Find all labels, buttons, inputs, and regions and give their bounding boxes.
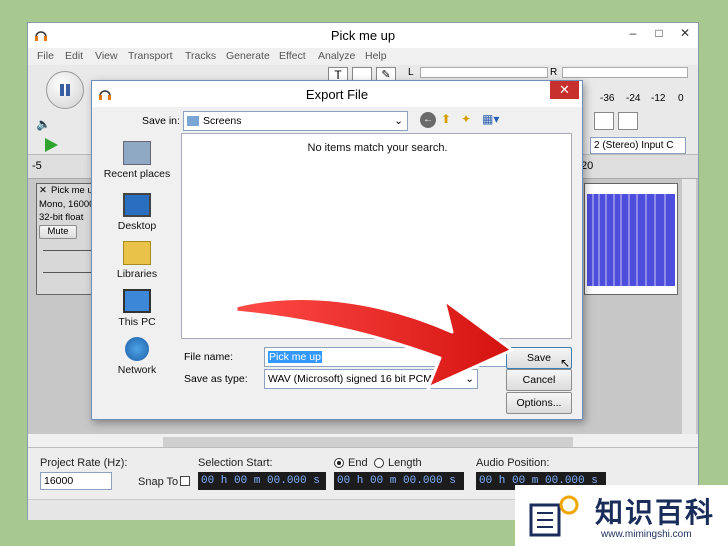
- pan-slider[interactable]: [43, 272, 93, 273]
- speaker-icon: 🔈: [36, 117, 51, 131]
- menu-analyze[interactable]: Analyze: [318, 50, 355, 62]
- file-list[interactable]: No items match your search.: [181, 133, 572, 339]
- place-this-pc[interactable]: This PC: [97, 289, 177, 328]
- up-folder-icon[interactable]: ⬆: [441, 112, 457, 128]
- cancel-button[interactable]: Cancel: [506, 369, 572, 391]
- view-menu-icon[interactable]: ▦▾: [482, 112, 504, 128]
- folder-icon: [187, 116, 199, 127]
- dialog-close-button[interactable]: ✕: [550, 81, 579, 99]
- place-desktop[interactable]: Desktop: [97, 193, 177, 232]
- meter-tick: 0: [678, 93, 684, 104]
- menu-view[interactable]: View: [95, 50, 118, 62]
- project-rate-label: Project Rate (Hz):: [40, 457, 128, 469]
- maximize-button[interactable]: □: [646, 24, 672, 42]
- menu-effect[interactable]: Effect: [279, 50, 306, 62]
- menu-help[interactable]: Help: [365, 50, 387, 62]
- ruler-left-label: -5: [32, 160, 42, 172]
- back-icon[interactable]: ←: [420, 112, 436, 128]
- save-type-select[interactable]: WAV (Microsoft) signed 16 bit PCM ⌄: [264, 369, 478, 389]
- menu-edit[interactable]: Edit: [65, 50, 83, 62]
- save-in-select[interactable]: Screens ⌄: [183, 111, 408, 131]
- watermark-url: www.mimingshi.com: [601, 529, 692, 540]
- play-at-speed-button[interactable]: [42, 137, 62, 153]
- place-label: Recent places: [103, 168, 171, 180]
- options-button[interactable]: Options...: [506, 392, 572, 414]
- menu-tracks[interactable]: Tracks: [185, 50, 216, 62]
- end-radio[interactable]: [334, 458, 344, 468]
- recording-meter[interactable]: [562, 67, 688, 78]
- track-bitdepth: 32-bit float: [39, 212, 84, 223]
- recent-places-icon: [123, 141, 151, 165]
- input-channels-select[interactable]: 2 (Stereo) Input C: [590, 137, 686, 154]
- meter-r-label: R: [550, 67, 558, 78]
- export-file-dialog: Export File ✕ Save in: Screens ⌄ ← ⬆ ✦ ▦…: [91, 80, 583, 420]
- save-type-label: Save as type:: [184, 373, 248, 385]
- meter-tick: -24: [626, 93, 641, 104]
- pause-button[interactable]: [46, 71, 84, 109]
- waveform[interactable]: [584, 183, 678, 295]
- vertical-scrollbar[interactable]: [682, 179, 696, 434]
- menu-generate[interactable]: Generate: [226, 50, 270, 62]
- mute-button[interactable]: Mute: [39, 225, 77, 239]
- watermark-logo: 知识百科 www.mimingshi.com: [515, 485, 728, 546]
- meter-tick: -36: [600, 93, 615, 104]
- menu-bar: File Edit View Transport Tracks Generate…: [28, 48, 698, 65]
- desktop-icon: [123, 193, 151, 217]
- length-label: Length: [388, 457, 422, 469]
- menu-file[interactable]: File: [37, 50, 54, 62]
- track-format: Mono, 16000: [39, 199, 95, 210]
- pause-icon: [60, 84, 64, 96]
- selection-start-label: Selection Start:: [198, 457, 273, 469]
- window-title: Pick me up: [330, 28, 396, 43]
- selection-end-time[interactable]: 00 h 00 m 00.000 s: [334, 472, 464, 490]
- selection-start-time[interactable]: 00 h 00 m 00.000 s: [198, 472, 326, 490]
- file-name-value: Pick me up: [268, 351, 322, 363]
- dialog-titlebar: Export File ✕: [92, 81, 582, 107]
- place-recent[interactable]: Recent places: [97, 141, 177, 180]
- end-label: End: [348, 457, 368, 469]
- gain-slider[interactable]: [43, 250, 93, 251]
- libraries-icon: [123, 241, 151, 265]
- empty-message: No items match your search.: [307, 142, 448, 154]
- watermark-name: 知识百科: [595, 497, 716, 528]
- network-icon: [125, 337, 149, 361]
- places-bar: Recent places Desktop Libraries This PC …: [97, 133, 177, 393]
- new-folder-icon[interactable]: ✦: [461, 112, 477, 128]
- audio-position-label: Audio Position:: [476, 457, 550, 469]
- zoom-in-icon[interactable]: [594, 112, 614, 130]
- save-in-value: Screens: [203, 115, 242, 127]
- close-button[interactable]: ✕: [672, 24, 698, 42]
- place-label: Desktop: [117, 220, 157, 232]
- playback-meter[interactable]: [420, 67, 548, 78]
- place-libraries[interactable]: Libraries: [97, 241, 177, 280]
- chevron-down-icon: ⌄: [394, 115, 403, 127]
- minimize-button[interactable]: –: [620, 24, 646, 42]
- snap-to-label: Snap To: [138, 476, 179, 488]
- computer-icon: [123, 289, 151, 313]
- mouse-cursor-icon: ↖: [560, 356, 571, 370]
- waveform-graphic: [587, 194, 675, 286]
- menu-transport[interactable]: Transport: [128, 50, 173, 62]
- play-icon: [45, 138, 58, 152]
- place-label: Libraries: [116, 268, 158, 280]
- place-label: Network: [117, 364, 157, 376]
- zoom-out-icon[interactable]: [618, 112, 638, 130]
- track-close-icon[interactable]: ✕: [39, 185, 47, 196]
- chevron-down-icon: ⌄: [465, 373, 474, 385]
- window-titlebar: Pick me up – □ ✕: [28, 23, 698, 48]
- project-rate-select[interactable]: 16000: [40, 472, 112, 490]
- save-in-label: Save in:: [142, 115, 180, 127]
- dialog-title: Export File: [305, 87, 369, 102]
- book-lightbulb-icon: [529, 495, 579, 537]
- meter-l-label: L: [408, 67, 414, 78]
- save-type-value: WAV (Microsoft) signed 16 bit PCM: [268, 373, 432, 385]
- place-network[interactable]: Network: [97, 337, 177, 376]
- file-name-label: File name:: [184, 351, 234, 363]
- length-radio[interactable]: [374, 458, 384, 468]
- snap-to-checkbox[interactable]: [180, 476, 190, 486]
- place-label: This PC: [118, 316, 156, 328]
- meter-tick: -12: [651, 93, 666, 104]
